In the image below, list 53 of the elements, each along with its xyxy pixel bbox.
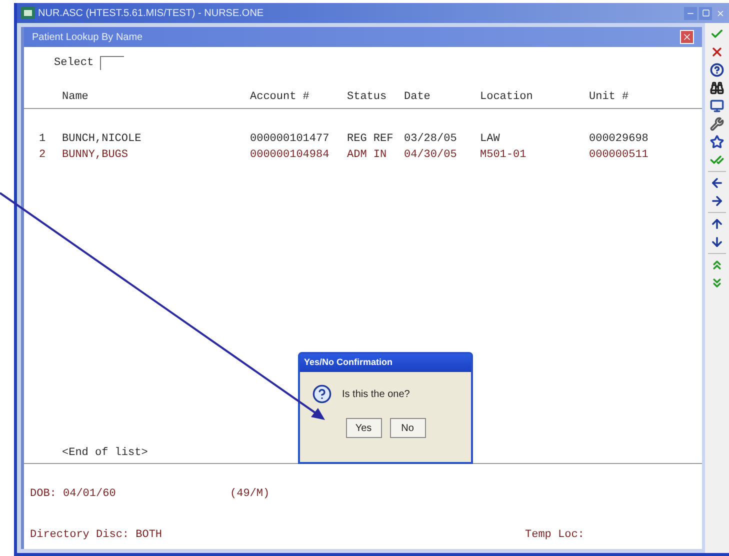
end-of-list-text: <End of list> [62, 446, 148, 458]
minimize-button[interactable] [684, 6, 697, 20]
maximize-icon [702, 9, 710, 17]
table-cell-text: 000029698 [589, 132, 650, 146]
column-header: Status [347, 90, 388, 105]
table-cell-text: ADM IN [347, 148, 388, 162]
wrench-icon[interactable] [710, 117, 724, 131]
table-cell-text: 04/30/05 [404, 148, 458, 162]
window-title: NUR.ASC (HTEST.5.61.MIS/TEST) - NURSE.ONE [38, 6, 264, 20]
temp-loc-text: Temp Loc: [525, 528, 584, 542]
window-title: Patient Lookup By Name [32, 30, 143, 44]
table-cell-text: 000000104984 [250, 148, 330, 162]
maximize-button[interactable] [699, 6, 712, 20]
close-icon[interactable] [710, 45, 724, 59]
table-cell-text: M501-01 [480, 148, 528, 162]
column-header: Date [404, 90, 432, 105]
check-icon[interactable] [710, 27, 724, 41]
column-header: Unit # [589, 90, 630, 105]
column-header: Name [62, 90, 90, 105]
binoculars-icon[interactable] [710, 81, 724, 95]
directory-text: Directory Disc: BOTH [30, 528, 164, 542]
select-label: Select [54, 56, 94, 71]
table-cell-text: REG REF [347, 132, 394, 146]
age-sex-text: (49/M) [230, 487, 270, 502]
column-header: Location [480, 90, 534, 105]
close-icon [682, 32, 692, 42]
table-cell-text: LAW [480, 132, 501, 146]
app-icon [21, 7, 35, 19]
select-field[interactable] [100, 56, 124, 70]
dialog-button[interactable]: No [390, 418, 426, 438]
table-cell-text: BUNNY,BUGS [62, 148, 130, 162]
dialog-button[interactable]: Yes [346, 418, 382, 438]
close-button[interactable] [680, 30, 694, 44]
dialog-message: Is this the one? [342, 388, 410, 402]
double-check-icon[interactable] [710, 153, 724, 167]
arrow-left-icon[interactable] [710, 176, 724, 190]
monitor-icon[interactable] [710, 99, 724, 113]
table-cell-text: 03/28/05 [404, 132, 458, 146]
star-icon[interactable] [710, 135, 724, 149]
dialog-title: Yes/No Confirmation [304, 356, 393, 370]
column-header: Account # [250, 90, 310, 105]
table-cell-text: BUNCH,NICOLE [62, 132, 142, 146]
arrow-right-icon[interactable] [710, 194, 724, 208]
row-number: 2 [39, 148, 47, 162]
dob-text: DOB: 04/01/60 [30, 487, 117, 502]
close-icon [716, 8, 725, 18]
help-icon[interactable] [710, 63, 724, 77]
table-cell-text: 000000101477 [250, 132, 330, 146]
table-cell-text: 000000511 [589, 148, 650, 162]
question-icon [312, 384, 332, 404]
row-number: 1 [39, 132, 47, 146]
double-up-icon[interactable] [710, 258, 724, 272]
double-down-icon[interactable] [710, 276, 724, 290]
